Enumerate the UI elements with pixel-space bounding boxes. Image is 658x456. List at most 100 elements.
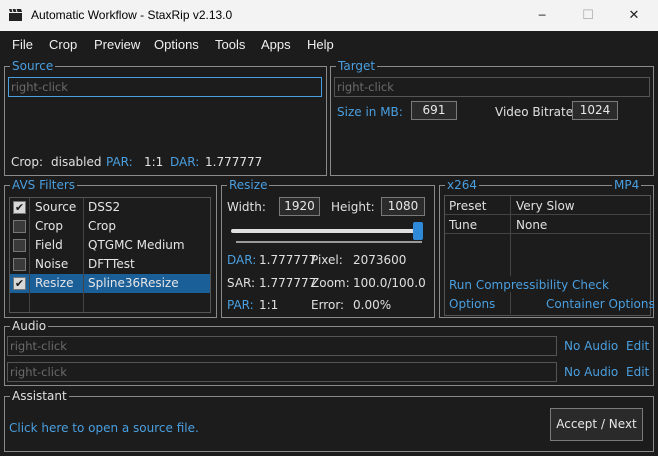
audio-group-label: Audio bbox=[10, 319, 49, 333]
filter-value: QTGMC Medium bbox=[88, 238, 185, 252]
audio-track-1-input[interactable]: right-click bbox=[7, 336, 557, 356]
filter-row-source[interactable]: ✔ Source DSS2 bbox=[10, 198, 210, 217]
column-divider bbox=[83, 236, 84, 255]
column-divider bbox=[83, 274, 84, 293]
audio-track-2-input[interactable]: right-click bbox=[7, 362, 557, 382]
target-path-input[interactable]: right-click bbox=[334, 77, 650, 97]
source-dar-label: DAR: bbox=[170, 155, 200, 169]
filter-name: Source bbox=[35, 200, 77, 214]
menu-options[interactable]: Options bbox=[154, 37, 199, 52]
tune-value[interactable]: None bbox=[516, 218, 547, 232]
filter-name: Crop bbox=[35, 219, 64, 233]
container-options-link[interactable]: Container Options bbox=[546, 297, 655, 311]
filter-list: ✔ Source DSS2 Crop Crop Field QTGMC Medi… bbox=[9, 197, 211, 313]
window-title: Automatic Workflow - StaxRip v2.13.0 bbox=[31, 8, 233, 22]
avs-filters-label: AVS Filters bbox=[10, 178, 78, 192]
column-divider bbox=[29, 236, 30, 255]
column-divider bbox=[83, 217, 84, 236]
filter-row-field[interactable]: Field QTGMC Medium bbox=[10, 236, 210, 255]
tune-label: Tune bbox=[449, 218, 478, 232]
resize-dar-value: 1.777777 bbox=[259, 253, 317, 267]
filter-field-checkbox[interactable] bbox=[13, 239, 26, 252]
column-divider bbox=[29, 217, 30, 236]
close-icon: ✕ bbox=[628, 8, 640, 23]
clapperboard-icon bbox=[9, 9, 22, 21]
resize-zoom-value: 100.0/100.0 bbox=[353, 276, 426, 290]
source-group-label: Source bbox=[10, 59, 56, 73]
resize-slider-thumb[interactable] bbox=[413, 222, 423, 240]
resize-pixel-label: Pixel: bbox=[311, 253, 343, 267]
filter-value: Spline36Resize bbox=[88, 276, 179, 290]
filter-resize-checkbox[interactable]: ✔ bbox=[13, 277, 26, 290]
source-crop-value: disabled bbox=[51, 155, 102, 169]
audio-track-1-codec-link[interactable]: No Audio bbox=[564, 339, 618, 353]
menu-file[interactable]: File bbox=[12, 37, 33, 52]
resize-height-input[interactable]: 1080 bbox=[381, 197, 425, 216]
size-in-mb-label: Size in MB: bbox=[337, 105, 403, 119]
filter-source-checkbox[interactable]: ✔ bbox=[13, 201, 26, 214]
row-divider bbox=[445, 233, 650, 234]
video-bitrate-input[interactable]: 1024 bbox=[572, 101, 618, 120]
column-divider bbox=[29, 293, 30, 312]
maximize-icon: ☐ bbox=[582, 8, 594, 23]
column-divider bbox=[510, 196, 511, 276]
resize-slider-track[interactable] bbox=[231, 229, 423, 233]
assistant-group-label: Assistant bbox=[10, 389, 69, 403]
row-divider bbox=[445, 214, 650, 215]
close-button[interactable]: ✕ bbox=[611, 0, 657, 31]
column-divider bbox=[510, 292, 511, 314]
resize-par-label: PAR: bbox=[227, 298, 254, 312]
menu-crop[interactable]: Crop bbox=[49, 37, 77, 52]
assistant-message-link[interactable]: Click here to open a source file. bbox=[9, 421, 199, 435]
preset-value[interactable]: Very Slow bbox=[516, 199, 575, 213]
column-divider bbox=[83, 255, 84, 274]
minimize-icon: ─ bbox=[538, 9, 546, 22]
menu-preview[interactable]: Preview bbox=[94, 37, 140, 52]
filter-row-resize[interactable]: ✔ Resize Spline36Resize bbox=[10, 274, 210, 293]
resize-pixel-value: 2073600 bbox=[353, 253, 407, 267]
resize-height-label: Height: bbox=[331, 200, 375, 214]
menu-apps[interactable]: Apps bbox=[261, 37, 291, 52]
resize-zoom-label: Zoom: bbox=[311, 276, 350, 290]
filter-crop-checkbox[interactable] bbox=[13, 220, 26, 233]
container-profile-label[interactable]: MP4 bbox=[612, 179, 642, 192]
accept-next-button[interactable]: Accept / Next bbox=[550, 408, 643, 441]
resize-sar-label: SAR: bbox=[227, 276, 256, 290]
audio-track-2-edit-link[interactable]: Edit bbox=[626, 365, 649, 379]
source-par-value: 1:1 bbox=[144, 155, 164, 169]
size-in-mb-input[interactable]: 691 bbox=[411, 101, 457, 120]
encoder-profile-label[interactable]: x264 bbox=[445, 179, 480, 192]
resize-par-value: 1:1 bbox=[259, 298, 279, 312]
maximize-button[interactable]: ☐ bbox=[565, 0, 611, 31]
column-divider bbox=[83, 198, 84, 217]
target-group-label: Target bbox=[336, 59, 378, 73]
resize-sar-value: 1.777777 bbox=[259, 276, 317, 290]
resize-error-label: Error: bbox=[311, 298, 345, 312]
filter-name: Field bbox=[35, 238, 63, 252]
filter-name: Resize bbox=[35, 276, 74, 290]
source-dar-value: 1.777777 bbox=[205, 155, 263, 169]
video-bitrate-label: Video Bitrate: bbox=[495, 105, 578, 119]
preset-label: Preset bbox=[449, 199, 487, 213]
resize-error-value: 0.00% bbox=[353, 298, 392, 312]
filter-value: DSS2 bbox=[88, 200, 121, 214]
compressibility-check-link[interactable]: Run Compressibility Check bbox=[449, 278, 609, 292]
source-path-input[interactable]: right-click bbox=[8, 77, 322, 97]
audio-track-2-codec-link[interactable]: No Audio bbox=[564, 365, 618, 379]
menu-help[interactable]: Help bbox=[307, 37, 334, 52]
filter-row-empty bbox=[10, 293, 210, 312]
filter-row-crop[interactable]: Crop Crop bbox=[10, 217, 210, 236]
resize-group-label: Resize bbox=[227, 178, 270, 192]
filter-row-noise[interactable]: Noise DFTTest bbox=[10, 255, 210, 274]
column-divider bbox=[29, 274, 30, 293]
source-crop-label: Crop: bbox=[11, 155, 44, 169]
column-divider bbox=[29, 255, 30, 274]
filter-noise-checkbox[interactable] bbox=[13, 258, 26, 271]
menu-tools[interactable]: Tools bbox=[215, 37, 245, 52]
resize-width-input[interactable]: 1920 bbox=[279, 197, 320, 216]
encoder-options-link[interactable]: Options bbox=[449, 297, 495, 311]
column-divider bbox=[83, 293, 84, 312]
audio-track-1-edit-link[interactable]: Edit bbox=[626, 339, 649, 353]
minimize-button[interactable]: ─ bbox=[519, 0, 565, 31]
filter-value: Crop bbox=[88, 219, 117, 233]
